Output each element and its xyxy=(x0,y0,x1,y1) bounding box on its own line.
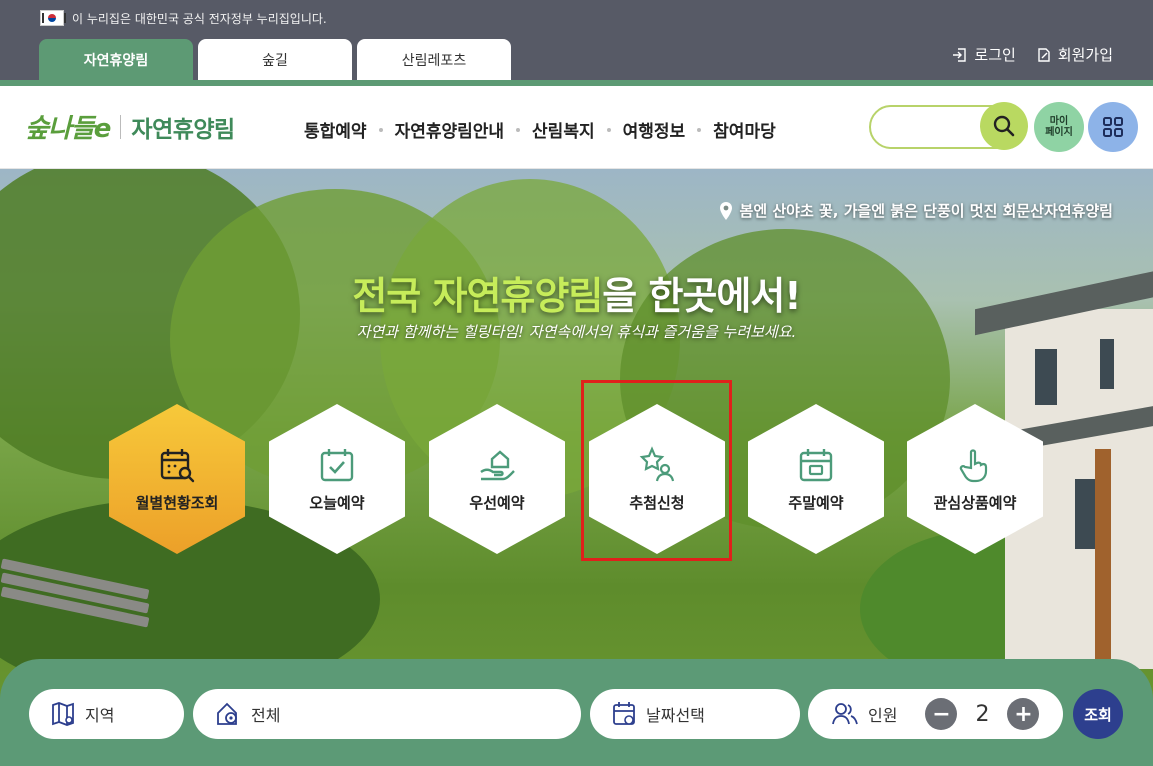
korea-flag-icon xyxy=(40,10,66,26)
quick-label: 오늘예약 xyxy=(309,493,365,512)
forest-label: 전체 xyxy=(251,706,281,725)
increase-people-button[interactable]: + xyxy=(1007,698,1040,730)
tab-natural-recreation-forest[interactable]: 자연휴양림 xyxy=(39,39,193,80)
calendar-weekend-icon xyxy=(799,448,833,481)
nav-community[interactable]: 참여마당 xyxy=(713,117,776,142)
all-menu-button[interactable] xyxy=(1088,102,1138,152)
calendar-check-icon xyxy=(320,448,354,481)
nav-separator xyxy=(606,127,611,132)
highlight-annotation xyxy=(581,380,732,561)
calendar-icon xyxy=(613,702,635,725)
nav-separator xyxy=(516,127,521,132)
people-count: 2 xyxy=(975,701,990,727)
logo-divider xyxy=(120,114,122,139)
signup-label: 회원가입 xyxy=(1057,46,1113,64)
nav-travel-info[interactable]: 여행정보 xyxy=(623,117,686,142)
site-tabs: 자연휴양림 숲길 산림레포츠 xyxy=(39,39,511,80)
nav-separator xyxy=(378,127,383,132)
quick-weekend-reservation[interactable]: 주말예약 xyxy=(748,404,884,554)
map-icon xyxy=(52,702,74,726)
quick-monthly-status[interactable]: 월별현황조회 xyxy=(109,404,245,554)
home-pin-icon xyxy=(217,702,237,725)
calendar-search-icon xyxy=(160,448,195,482)
quick-label: 관심상품예약 xyxy=(933,493,1017,512)
tab-forest-trail[interactable]: 숲길 xyxy=(198,39,352,80)
nav-forest-guide[interactable]: 자연휴양림안내 xyxy=(395,117,504,142)
login-label: 로그인 xyxy=(974,46,1016,64)
gov-topbar: 이 누리집은 대한민국 공식 전자정부 누리집입니다. 자연휴양림 숲길 산림레… xyxy=(0,0,1153,86)
quick-favorite-reservation[interactable]: 관심상품예약 xyxy=(907,404,1043,554)
signup-link[interactable]: 회원가입 xyxy=(1036,44,1113,65)
site-header: 숲나들e 자연휴양림 통합예약 자연휴양림안내 산림복지 여행정보 참여마당 마… xyxy=(0,86,1153,169)
people-icon xyxy=(832,703,858,725)
forest-select[interactable]: 전체 xyxy=(193,689,581,739)
search-submit-button[interactable]: 조회 xyxy=(1073,689,1123,739)
gov-notice-text: 이 누리집은 대한민국 공식 전자정부 누리집입니다. xyxy=(72,11,327,26)
hero-section: 봄엔 산야초 꽃, 가을엔 붉은 단풍이 멋진 회문산자연휴양림 전국 자연휴양… xyxy=(0,169,1153,766)
logo-mark: 숲나들e xyxy=(25,114,111,144)
mypage-button[interactable]: 마이 페이지 xyxy=(1034,102,1084,152)
main-nav: 통합예약 자연휴양림안내 산림복지 여행정보 참여마당 xyxy=(304,117,776,142)
logo-text: 자연휴양림 xyxy=(131,116,235,143)
quick-label: 주말예약 xyxy=(788,493,844,512)
auth-links: 로그인 회원가입 xyxy=(952,44,1113,65)
nav-forest-welfare[interactable]: 산림복지 xyxy=(532,117,595,142)
header-search-button[interactable] xyxy=(980,102,1028,150)
quick-label: 우선예약 xyxy=(469,493,525,512)
site-logo[interactable]: 숲나들e 자연휴양림 xyxy=(25,108,235,145)
signup-icon xyxy=(1038,47,1050,62)
region-label: 지역 xyxy=(85,706,115,725)
login-icon xyxy=(953,47,967,62)
grid-menu-icon xyxy=(1103,117,1123,137)
reservation-search-panel: 지역 전체 날짜선택 인원 − 2 + 조회 xyxy=(0,659,1153,766)
quick-priority-reservation[interactable]: 우선예약 xyxy=(429,404,565,554)
mypage-label: 마이 페이지 xyxy=(1045,115,1073,139)
people-label: 인원 xyxy=(868,706,898,725)
people-stepper: 인원 − 2 + xyxy=(808,689,1063,739)
tab-forest-sports[interactable]: 산림레포츠 xyxy=(357,39,511,80)
search-icon xyxy=(993,115,1015,137)
date-select[interactable]: 날짜선택 xyxy=(590,689,800,739)
pointer-hand-icon xyxy=(959,448,988,482)
date-label: 날짜선택 xyxy=(646,706,705,725)
login-link[interactable]: 로그인 xyxy=(952,44,1016,65)
hand-house-icon xyxy=(480,449,515,480)
gov-notice: 이 누리집은 대한민국 공식 전자정부 누리집입니다. xyxy=(40,9,327,27)
region-select[interactable]: 지역 xyxy=(29,689,184,739)
quick-label: 월별현황조회 xyxy=(135,493,219,512)
nav-separator xyxy=(697,127,702,132)
nav-integrated-reservation[interactable]: 통합예약 xyxy=(304,117,367,142)
quick-today-reservation[interactable]: 오늘예약 xyxy=(269,404,405,554)
decrease-people-button[interactable]: − xyxy=(925,698,958,730)
